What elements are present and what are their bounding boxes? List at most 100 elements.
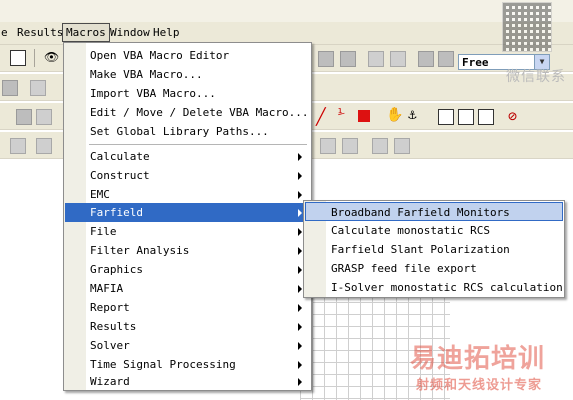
mesh-icon[interactable] — [372, 138, 388, 154]
menu-item-label: Time Signal Processing — [90, 358, 236, 371]
menu-item-open-vba-editor[interactable]: Open VBA Macro Editor — [65, 46, 310, 65]
menu-results[interactable]: Results — [14, 24, 66, 41]
menu-item-construct[interactable]: Construct — [65, 166, 310, 185]
pick-icon[interactable] — [438, 51, 454, 67]
menu-item-label: Results — [90, 320, 137, 333]
submenu-item-calculate-monostatic-rcs[interactable]: Calculate monostatic RCS — [305, 221, 563, 240]
submenu-arrow-icon — [298, 172, 302, 180]
menu-item-calculate[interactable]: Calculate — [65, 147, 310, 166]
toolbar-separator — [34, 49, 35, 67]
submenu-item-label: Broadband Farfield Monitors — [331, 206, 510, 219]
shape-tool-icon[interactable] — [318, 51, 334, 67]
menu-item-label: Calculate — [90, 150, 150, 163]
menu-macros[interactable]: Macros — [62, 23, 110, 42]
wechat-watermark: 微信联系 — [506, 69, 566, 85]
menu-item-label: Construct — [90, 169, 150, 182]
menu-help[interactable]: Help — [150, 24, 183, 41]
menu-item-graphics[interactable]: Graphics — [65, 260, 310, 279]
component-icon[interactable] — [2, 80, 18, 96]
submenu-item-farfield-slant-polarization[interactable]: Farfield Slant Polarization — [305, 240, 563, 259]
submenu-arrow-icon — [298, 191, 302, 199]
transform-icon[interactable] — [368, 51, 384, 67]
menu-item-label: Filter Analysis — [90, 244, 190, 257]
submenu-arrow-icon — [298, 361, 302, 369]
boolean-icon[interactable] — [16, 109, 32, 125]
stop-icon[interactable] — [358, 110, 370, 122]
mesh-icon[interactable] — [342, 138, 358, 154]
menu-item-global-library-paths[interactable]: Set Global Library Paths... — [65, 122, 310, 141]
menu-item-report[interactable]: Report — [65, 298, 310, 317]
menu-item-wizard[interactable]: Wizard — [65, 374, 310, 390]
submenu-item-isolver-monostatic-rcs[interactable]: I-Solver monostatic RCS calculation — [305, 278, 563, 297]
submenu-arrow-icon — [298, 285, 302, 293]
menu-item-label: Solver — [90, 339, 130, 352]
menu-item-farfield[interactable]: Farfield — [65, 203, 310, 222]
submenu-arrow-icon — [298, 304, 302, 312]
list-icon[interactable] — [458, 109, 474, 125]
submenu-item-label: Calculate monostatic RCS — [331, 224, 490, 237]
menu-separator — [89, 144, 307, 145]
boolean-icon[interactable] — [36, 109, 52, 125]
menu-item-label: Edit / Move / Delete VBA Macro... — [90, 106, 309, 119]
mesh-icon[interactable] — [394, 138, 410, 154]
no-entry-icon[interactable]: ⊘ — [508, 107, 524, 125]
submenu-item-grasp-feed-export[interactable]: GRASP feed file export — [305, 259, 563, 278]
menu-item-make-vba-macro[interactable]: Make VBA Macro... — [65, 65, 310, 84]
list-icon[interactable] — [478, 109, 494, 125]
menu-item-label: Graphics — [90, 263, 143, 276]
menu-window[interactable]: Window — [107, 24, 153, 41]
menu-item-time-signal-processing[interactable]: Time Signal Processing — [65, 355, 310, 374]
submenu-arrow-icon — [298, 228, 302, 236]
menu-item-label: Farfield — [90, 206, 143, 219]
macros-menu: Open VBA Macro Editor Make VBA Macro... … — [63, 42, 312, 391]
list-icon[interactable] — [438, 109, 454, 125]
menu-item-file[interactable]: File — [65, 222, 310, 241]
menu-item-label: MAFIA — [90, 282, 124, 295]
submenu-item-broadband-farfield-monitors[interactable]: Broadband Farfield Monitors — [305, 202, 563, 221]
edit-icon[interactable] — [36, 138, 52, 154]
farfield-submenu: Broadband Farfield Monitors Calculate mo… — [303, 200, 565, 298]
menu-item-label: File — [90, 225, 117, 238]
menu-item-label: Import VBA Macro... — [90, 87, 216, 100]
menu-item-label: Open VBA Macro Editor — [90, 49, 230, 62]
mesh-icon[interactable] — [320, 138, 336, 154]
submenu-item-label: GRASP feed file export — [331, 262, 477, 275]
submenu-item-label: Farfield Slant Polarization — [331, 243, 510, 256]
anchor-icon[interactable]: ⚓ — [408, 107, 424, 123]
menu-item-label: Make VBA Macro... — [90, 68, 203, 81]
submenu-arrow-icon — [298, 323, 302, 331]
submenu-arrow-icon — [298, 209, 302, 217]
menu-item-label: Wizard — [90, 375, 130, 388]
ratio-icon[interactable]: ⅟ — [338, 107, 354, 123]
shape-tool-icon[interactable] — [340, 51, 356, 67]
menu-item-emc[interactable]: EMC — [65, 185, 310, 204]
menu-item-label: EMC — [90, 188, 110, 201]
view-eye-icon[interactable]: 👁 — [44, 50, 60, 66]
menu-item-edit-move-delete[interactable]: Edit / Move / Delete VBA Macro... — [65, 103, 310, 122]
brand-name: 易迪拓 — [410, 344, 492, 374]
menu-solve-partial[interactable]: e — [0, 24, 11, 41]
menu-item-mafia[interactable]: MAFIA — [65, 279, 310, 298]
menu-item-filter-analysis[interactable]: Filter Analysis — [65, 241, 310, 260]
menu-item-label: Report — [90, 301, 130, 314]
menu-item-import-vba-macro[interactable]: Import VBA Macro... — [65, 84, 310, 103]
qr-code — [502, 2, 552, 52]
title-strip — [0, 0, 573, 22]
submenu-arrow-icon — [298, 342, 302, 350]
menu-item-results[interactable]: Results — [65, 317, 310, 336]
snapshot-icon[interactable] — [10, 50, 26, 66]
submenu-item-label: I-Solver monostatic RCS calculation — [331, 281, 563, 294]
submenu-arrow-icon — [298, 266, 302, 274]
align-icon[interactable] — [30, 80, 46, 96]
pan-hand-icon[interactable]: ✋ — [386, 107, 403, 123]
edit-icon[interactable] — [10, 138, 26, 154]
menu-item-solver[interactable]: Solver — [65, 336, 310, 355]
mode-combo-value: Free — [462, 56, 489, 69]
line-tool-icon[interactable]: ╱ — [316, 107, 332, 126]
submenu-arrow-icon — [298, 153, 302, 161]
menu-item-label: Set Global Library Paths... — [90, 125, 269, 138]
transform-icon[interactable] — [390, 51, 406, 67]
submenu-arrow-icon — [298, 247, 302, 255]
submenu-arrow-icon — [298, 378, 302, 386]
pick-icon[interactable] — [418, 51, 434, 67]
